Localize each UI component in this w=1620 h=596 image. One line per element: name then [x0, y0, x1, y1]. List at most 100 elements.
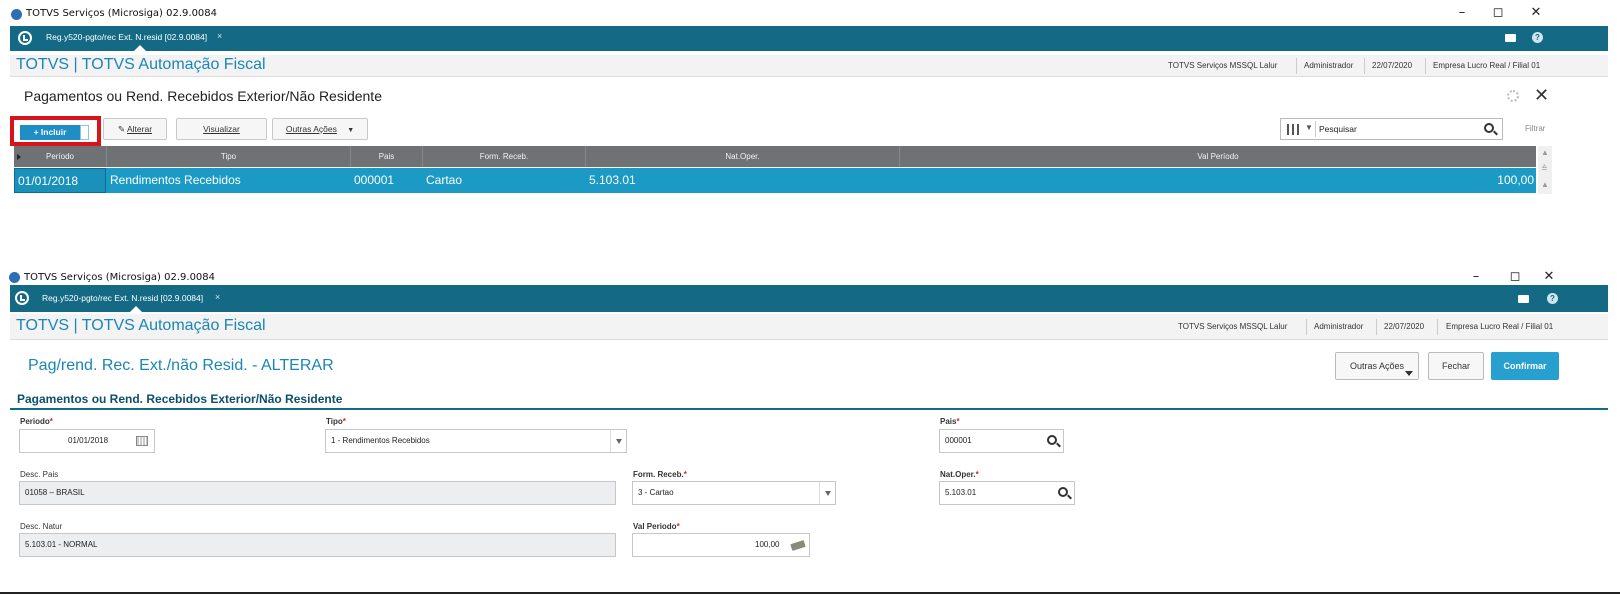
val-periodo-label-text: Val Periodo [633, 522, 677, 531]
table-row[interactable]: 01/01/2018 Rendimentos Recebidos 000001 … [14, 168, 1536, 193]
val-periodo-field[interactable]: 100,00 [632, 533, 810, 557]
cell-nat-oper[interactable]: 5.103.01 [589, 168, 636, 193]
required-mark: * [956, 417, 960, 426]
cell-form-receb[interactable]: Cartao [426, 168, 462, 193]
scroll-up-icon[interactable]: ▲ [1541, 148, 1549, 157]
visualizar-button[interactable]: Visualizar [176, 118, 267, 140]
help-icon[interactable]: ? [1532, 32, 1543, 43]
required-mark: * [49, 417, 53, 426]
tab-close-icon[interactable]: × [215, 292, 220, 302]
column-header[interactable]: Nat.Oper. [585, 146, 899, 167]
close-window-button[interactable]: ✕ [1526, 4, 1546, 22]
vertical-scrollbar[interactable]: ▲ ≙ ▲ [1538, 146, 1552, 194]
desc-natur-field: 5.103.01 - NORMAL [19, 533, 616, 557]
gear-icon[interactable] [1507, 90, 1519, 102]
chevron-down-icon[interactable] [616, 439, 622, 444]
tab-bar: Reg.y520-pgto/rec Ext. N.resid [02.9.008… [10, 285, 1608, 312]
column-header[interactable]: Tipo [106, 146, 350, 167]
columns-icon[interactable] [1287, 124, 1299, 135]
header-user: Administrador [1314, 322, 1364, 331]
confirmar-button[interactable]: Confirmar [1491, 352, 1559, 380]
tab-active[interactable]: Reg.y520-pgto/rec Ext. N.resid [02.9.008… [46, 32, 207, 42]
filtrar-link[interactable]: Filtrar [1525, 124, 1545, 133]
visualizar-label: Visualizar [203, 124, 240, 134]
maximize-button[interactable]: ◻ [1488, 4, 1508, 22]
tipo-value: 1 - Rendimentos Recebidos [331, 436, 430, 445]
pais-label: Pais* [940, 417, 960, 426]
scroll-down-icon[interactable]: ▲ [1541, 180, 1549, 189]
home-icon[interactable] [18, 31, 32, 45]
select-divider [819, 482, 820, 504]
section-divider [10, 408, 1608, 410]
close-window-button[interactable]: ✕ [1539, 268, 1559, 286]
outras-acoes-label: Outras Ações [1349, 361, 1405, 371]
chevron-down-icon[interactable]: ▼ [1305, 123, 1313, 132]
app-header: TOTVS | TOTVS Automação Fiscal TOTVS Ser… [10, 314, 1608, 340]
maximize-button[interactable]: ◻ [1505, 268, 1525, 286]
alterar-button[interactable]: ✎ Alterar [103, 118, 167, 140]
alterar-label: Alterar [126, 124, 153, 134]
row-marker-icon [17, 154, 21, 160]
fechar-button[interactable]: Fechar [1428, 352, 1484, 380]
required-mark: * [342, 417, 346, 426]
tab-pointer [130, 306, 142, 312]
periodo-value: 01/01/2018 [68, 436, 109, 445]
pais-field[interactable]: 000001 [939, 429, 1064, 453]
tab-close-icon[interactable]: × [217, 31, 222, 41]
scroll-top-icon[interactable]: ≙ [1541, 164, 1548, 173]
column-header[interactable]: Pais [350, 146, 422, 167]
tipo-select[interactable]: 1 - Rendimentos Recebidos [325, 429, 627, 453]
header-company: Empresa Lucro Real / Filial 01 [1446, 322, 1554, 331]
tab-active[interactable]: Reg.y520-pgto/rec Ext. N.resid [02.9.008… [42, 293, 203, 303]
help-icon[interactable]: ? [1547, 293, 1558, 304]
desc-natur-label: Desc. Natur [20, 522, 63, 531]
close-icon[interactable]: ✕ [1534, 85, 1549, 106]
tab-bar: Reg.y520-pgto/rec Ext. N.resid [02.9.008… [10, 26, 1608, 51]
header-divider [1364, 58, 1365, 74]
minimize-button[interactable]: – [1466, 268, 1486, 286]
search-icon[interactable] [1047, 435, 1057, 445]
minimize-button[interactable]: – [1452, 4, 1472, 22]
mail-icon[interactable] [1518, 295, 1529, 303]
chevron-down-icon[interactable] [825, 491, 831, 496]
column-header[interactable]: Form. Receb. [422, 146, 585, 167]
incluir-button[interactable]: + Incluir [20, 125, 80, 140]
search-input[interactable]: Pesquisar [1319, 124, 1357, 134]
section-title: Pagamentos ou Rend. Recebidos Exterior/N… [17, 392, 343, 406]
window-title: TOTVS Serviços (Microsiga) 02.9.0084 [26, 8, 218, 19]
desc-pais-value: 01058 – BRASIL [25, 488, 85, 497]
outras-acoes-button[interactable]: Outras Ações ▼ [272, 118, 368, 140]
outras-acoes-button[interactable]: Outras Ações [1335, 352, 1419, 380]
periodo-field[interactable]: 01/01/2018 [19, 429, 155, 453]
incluir-split[interactable] [80, 125, 89, 140]
periodo-label: Periodo* [20, 417, 53, 426]
cell-tipo[interactable]: Rendimentos Recebidos [110, 168, 241, 193]
brand-title: TOTVS | TOTVS Automação Fiscal [16, 56, 266, 73]
header-server: TOTVS Serviços MSSQL Lalur [1178, 322, 1288, 331]
home-icon[interactable] [15, 291, 29, 305]
money-icon[interactable] [790, 540, 806, 551]
app-logo-icon [9, 272, 20, 283]
desc-natur-value: 5.103.01 - NORMAL [25, 540, 98, 549]
cell-pais[interactable]: 000001 [354, 168, 394, 193]
app-logo-icon [11, 9, 22, 20]
pais-value: 000001 [945, 436, 972, 445]
search-icon[interactable] [1058, 487, 1068, 497]
form-receb-label-text: Form. Receb. [633, 470, 684, 479]
cell-val-periodo[interactable]: 100,00 [1497, 168, 1534, 193]
form-receb-select[interactable]: 3 - Cartao [632, 481, 836, 505]
mail-icon[interactable] [1505, 34, 1516, 42]
calendar-icon[interactable] [136, 436, 148, 446]
cell-periodo[interactable]: 01/01/2018 [14, 168, 106, 193]
tipo-label-text: Tipo [326, 417, 343, 426]
column-header[interactable]: Período [14, 146, 106, 167]
brand-title: TOTVS | TOTVS Automação Fiscal [16, 317, 266, 334]
header-divider [1437, 319, 1438, 335]
periodo-label-text: Periodo [20, 417, 50, 426]
nat-oper-field[interactable]: 5.103.01 [939, 481, 1075, 505]
header-company: Empresa Lucro Real / Filial 01 [1433, 61, 1541, 70]
column-header[interactable]: Val Período [899, 146, 1536, 167]
search-icon[interactable] [1484, 123, 1494, 133]
page-title: Pagamentos ou Rend. Recebidos Exterior/N… [24, 88, 382, 104]
nat-oper-label-text: Nat.Oper. [940, 470, 976, 479]
